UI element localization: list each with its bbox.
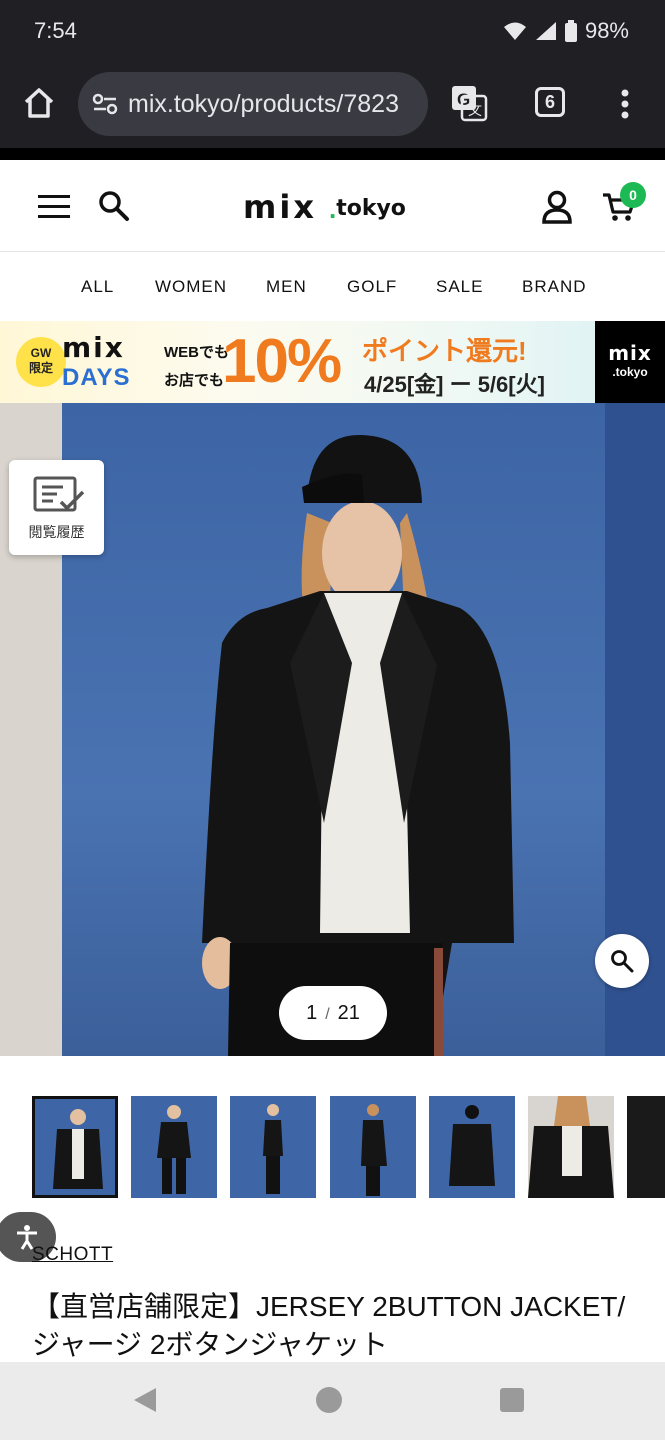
tabs-button[interactable]: 6 [535,87,565,117]
thumbnail-5[interactable] [429,1096,515,1198]
thumbnail-7[interactable] [627,1096,665,1198]
thumbnail-strip [0,1096,665,1200]
more-vert-icon[interactable] [618,88,632,120]
image-counter: 1 / 21 [279,986,387,1040]
cart-count-badge: 0 [620,182,646,208]
thumbnail-4[interactable] [330,1096,416,1198]
brand-link[interactable]: SCHOTT [32,1244,113,1266]
nav-item-brand[interactable]: BRAND [522,277,587,297]
banner-logo: mix .tokyo [595,321,665,403]
banner-mix-text: mix [62,331,125,364]
battery-percent: 98% [584,18,629,43]
nav-item-women[interactable]: WOMEN [155,277,227,297]
translate-icon[interactable]: G 文 [450,84,488,122]
site-settings-icon[interactable] [92,93,118,115]
zoom-button[interactable] [595,934,649,988]
zoom-icon [611,950,634,973]
gw-badge-line1: GW [30,346,52,360]
svg-text:文: 文 [468,102,482,118]
thumbnail-6[interactable] [528,1096,614,1198]
hamburger-menu-icon[interactable] [38,194,70,220]
banner-points-text: ポイント還元! [362,336,527,366]
banner-store-label: お店でも [164,372,225,389]
nav-item-men[interactable]: MEN [266,277,307,297]
back-triangle-icon[interactable] [132,1386,158,1414]
home-icon[interactable] [22,86,56,120]
history-icon [33,476,85,512]
search-icon[interactable] [98,190,130,222]
browser-toolbar: mix.tokyo/products/7823 G 文 6 [0,62,665,148]
status-bar: 7:54 98% [0,0,665,62]
user-icon[interactable] [541,190,573,224]
nav-item-golf[interactable]: GOLF [347,277,397,297]
home-circle-icon[interactable] [315,1386,343,1414]
banner-logo-main: mix [608,341,652,365]
page-top-strip [0,148,665,160]
logo-dot: . [328,194,337,224]
thumbnail-3[interactable] [230,1096,316,1198]
model-figure-image [202,434,514,1056]
site-header: mix . tokyo 0 [0,160,665,252]
system-nav-bar [0,1362,665,1440]
nav-item-sale[interactable]: SALE [436,277,483,297]
wifi-icon [503,22,526,40]
browsing-history-label: 閲覧履歴 [28,524,85,540]
banner-dates: 4/25[金] ー 5/6[火] [364,372,545,397]
banner-percent: 10% [222,327,342,396]
counter-separator: / [325,1006,330,1023]
total-images: 21 [337,1002,360,1024]
site-logo[interactable]: mix . tokyo [243,188,406,224]
banner-days-text: DAYS [62,364,131,391]
banner-web-label: WEBでも [164,344,229,361]
browsing-history-button[interactable]: 閲覧履歴 [9,460,104,555]
thumbnail-2[interactable] [131,1096,217,1198]
current-image-index: 1 [306,1002,318,1024]
signal-icon [535,22,556,40]
thumbnail-1[interactable] [32,1096,118,1198]
promo-banner[interactable]: GW 限定 mix DAYS WEBでも お店でも 10% ポイント還元! 4/… [0,321,665,403]
logo-suffix-text: tokyo [336,196,406,221]
category-nav: ALL WOMEN MEN GOLF SALE BRAND [0,253,665,321]
nav-item-all[interactable]: ALL [81,277,114,297]
url-bar[interactable]: mix.tokyo/products/7823 [78,72,428,136]
gw-limited-badge: GW 限定 [16,337,66,387]
product-title: 【直営店舗限定】JERSEY 2BUTTON JACKET/ジャージ 2ボタンジ… [32,1291,626,1360]
status-time: 7:54 [34,18,77,43]
logo-main-text: mix [243,188,317,226]
url-text[interactable]: mix.tokyo/products/7823 [128,90,424,119]
battery-icon [564,20,577,42]
recents-square-icon[interactable] [499,1387,525,1413]
banner-logo-sub: .tokyo [612,365,648,379]
tab-count: 6 [544,92,555,112]
gw-badge-line2: 限定 [28,361,53,375]
product-main-image[interactable] [62,403,605,1056]
status-icons: 98% [503,18,629,44]
